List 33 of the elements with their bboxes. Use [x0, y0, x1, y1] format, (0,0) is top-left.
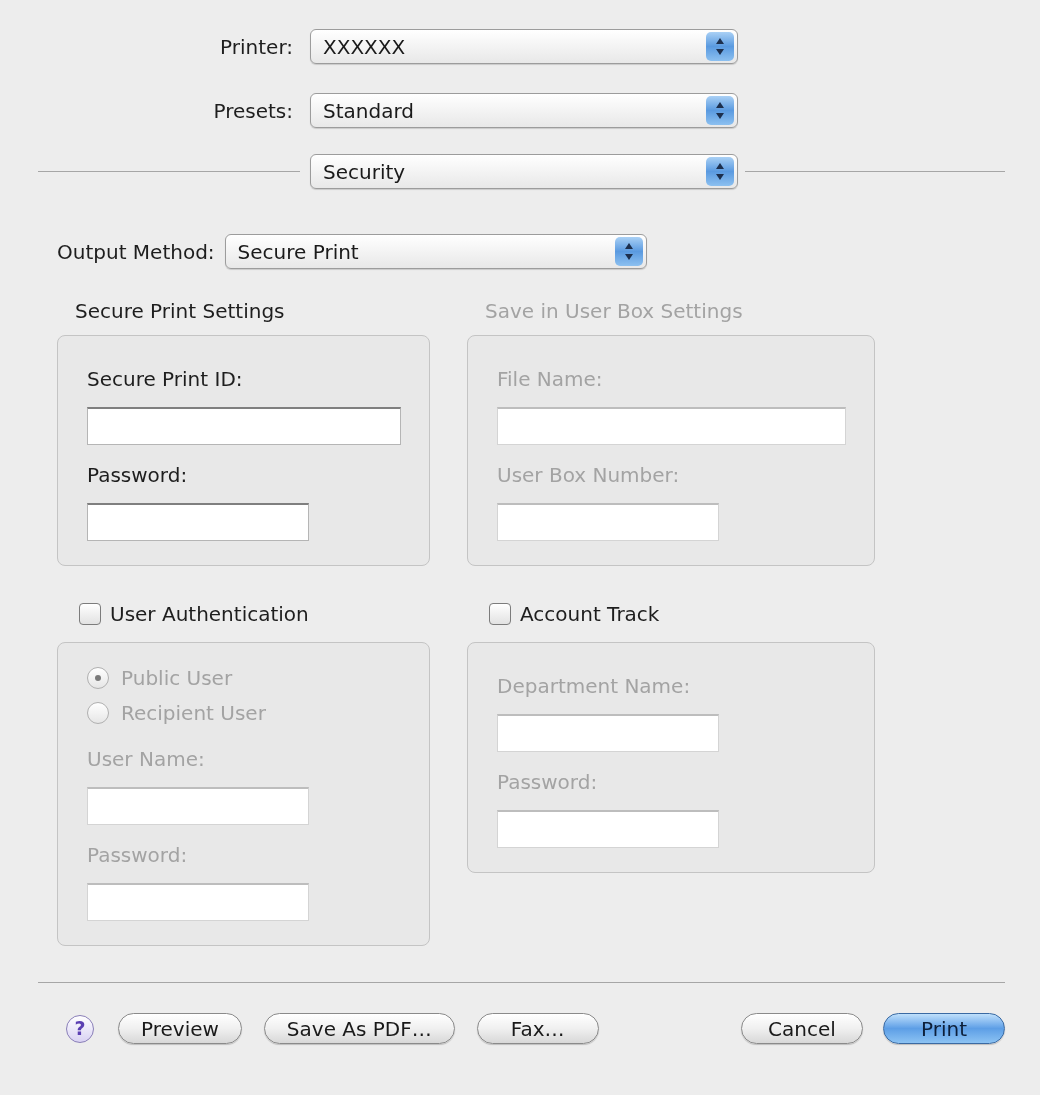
text-field[interactable]	[87, 407, 401, 445]
push-button[interactable]: Save As PDF…	[263, 1013, 455, 1044]
push-button[interactable]: Print	[883, 1013, 1005, 1044]
radio-label: Public User	[121, 667, 233, 689]
field-label: User Name:	[87, 748, 205, 770]
text-field[interactable]	[87, 503, 309, 541]
popup-label: Presets:	[213, 99, 293, 122]
popup-button[interactable]: Secure Print	[224, 234, 647, 269]
checkbox-label: User Authentication	[110, 603, 309, 625]
up-down-arrows-icon	[706, 32, 734, 61]
popup-button[interactable]: Security	[310, 154, 738, 189]
up-down-arrows-icon	[706, 96, 734, 125]
field-label: Department Name:	[497, 675, 691, 697]
push-button[interactable]: Fax…	[476, 1013, 599, 1044]
popup-label: Printer:	[220, 35, 293, 58]
field-label: Password:	[497, 771, 598, 793]
section-heading: Secure Print Settings	[75, 300, 285, 322]
up-down-arrows-icon	[614, 237, 643, 266]
field-label: File Name:	[497, 368, 603, 390]
help-button[interactable]: ?	[66, 1014, 94, 1043]
up-down-arrows-icon	[706, 157, 734, 186]
field-label: User Box Number:	[497, 464, 680, 486]
push-button[interactable]: Preview	[118, 1013, 242, 1044]
field-label: Password:	[87, 464, 188, 486]
field-label: Secure Print ID:	[87, 368, 243, 390]
popup-button[interactable]: Standard	[310, 93, 738, 128]
radio-label: Recipient User	[121, 702, 266, 724]
popup-button[interactable]: XXXXXX	[310, 29, 738, 64]
checkbox-label: Account Track	[520, 603, 660, 625]
popup-label: Output Method:	[57, 240, 215, 263]
push-button[interactable]: Cancel	[741, 1013, 863, 1044]
section-heading: Save in User Box Settings	[485, 300, 743, 322]
field-label: Password:	[87, 844, 188, 866]
